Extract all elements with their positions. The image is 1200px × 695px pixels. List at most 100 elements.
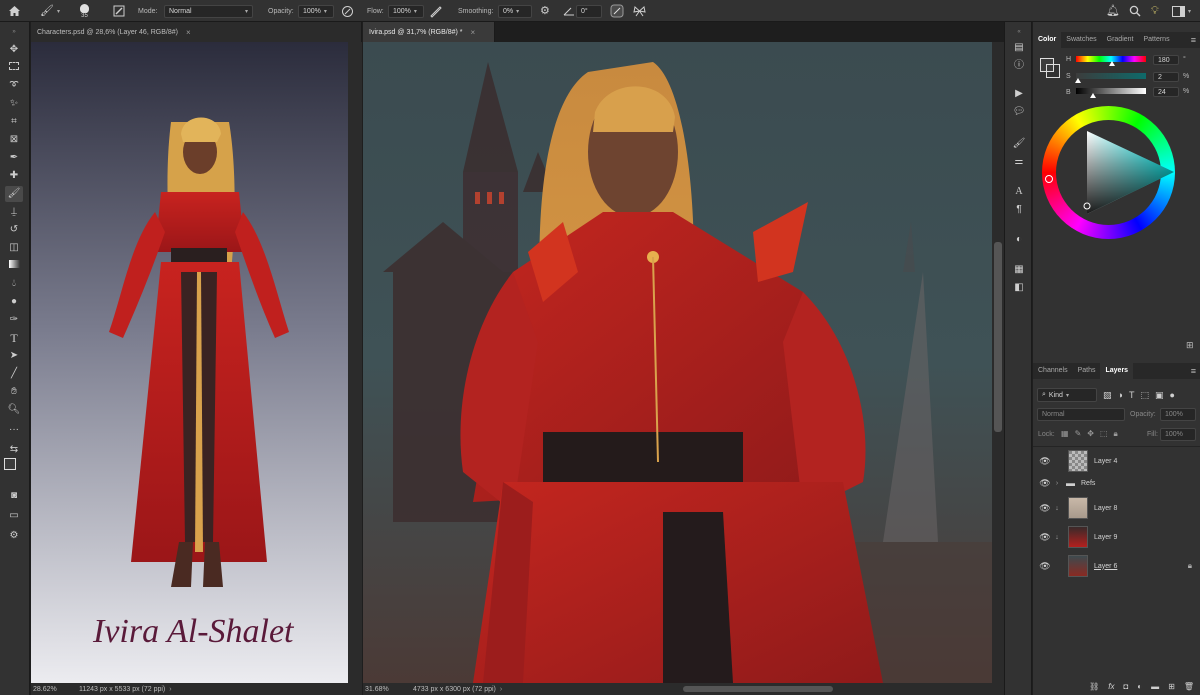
edit-toolbar-icon[interactable]: ⚙ — [5, 528, 23, 544]
brush-tool-icon[interactable]: 🖌 — [5, 186, 23, 202]
zoom-tool-icon[interactable]: 🔍︎ — [5, 402, 23, 418]
paragraph-panel-icon[interactable]: ¶ — [1010, 202, 1028, 218]
add-mask-icon[interactable]: ◘ — [1123, 682, 1128, 691]
hand-tool-icon[interactable]: ✋︎ — [5, 384, 23, 400]
move-tool-icon[interactable]: ✥ — [5, 42, 23, 58]
eyedropper-tool-icon[interactable]: ✒ — [5, 150, 23, 166]
crop-tool-icon[interactable]: ⌗ — [5, 114, 23, 130]
path-selection-tool-icon[interactable]: ➤ — [5, 348, 23, 364]
layer-name[interactable]: Layer 8 — [1094, 505, 1117, 512]
saturation-slider[interactable] — [1076, 73, 1146, 79]
link-layers-icon[interactable]: ⛓ — [1089, 682, 1099, 691]
layer-name[interactable]: Layer 6 — [1094, 563, 1117, 570]
eye-icon[interactable]: 👁︎ — [1038, 478, 1052, 489]
brightness-slider[interactable] — [1076, 88, 1146, 94]
opacity-input[interactable]: 100% ▾ — [298, 4, 334, 18]
workspace-button[interactable]: ▾ — [1172, 0, 1191, 22]
h-input[interactable]: 180 — [1153, 55, 1179, 65]
fx-icon[interactable]: fx — [1108, 682, 1114, 691]
marquee-tool-icon[interactable] — [5, 60, 23, 76]
tab-channels[interactable]: Channels — [1033, 363, 1073, 379]
close-icon[interactable]: × — [470, 28, 475, 37]
pressure-size-toggle[interactable] — [610, 0, 624, 22]
layer-opacity-input[interactable]: 100% — [1160, 408, 1196, 421]
comments-icon[interactable]: 💬︎ — [1010, 104, 1028, 120]
b-input[interactable]: 24 — [1153, 87, 1179, 97]
healing-brush-tool-icon[interactable]: ✚ — [5, 168, 23, 184]
frame-tool-icon[interactable]: ⊠ — [5, 132, 23, 148]
color-triangle[interactable] — [1042, 106, 1175, 239]
add-icon[interactable]: ⊞ — [1186, 340, 1194, 351]
tab-ivira-document[interactable]: Ivira.psd @ 31,7% (RGB/8#) * × — [363, 22, 495, 42]
saturation-slider-handle[interactable] — [1075, 78, 1081, 83]
brightness-slider-handle[interactable] — [1090, 93, 1096, 98]
layer-name[interactable]: Refs — [1081, 480, 1095, 487]
adjustment-layer-icon[interactable]: ◐ — [1137, 682, 1142, 691]
lock-pixels-icon[interactable]: ✎ — [1075, 429, 1082, 439]
tab-characters-document[interactable]: Characters.psd @ 28,6% (Layer 46, RGB/8#… — [31, 22, 362, 42]
tab-paths[interactable]: Paths — [1073, 363, 1101, 379]
info-icon[interactable]: ⓘ — [1010, 58, 1028, 74]
chevron-right-icon[interactable]: › — [500, 686, 502, 693]
new-group-icon[interactable]: ▬ — [1151, 682, 1159, 691]
color-wheel[interactable] — [1042, 106, 1175, 239]
lock-position-icon[interactable]: ✥ — [1087, 429, 1094, 439]
tab-swatches[interactable]: Swatches — [1061, 32, 1101, 48]
close-icon[interactable]: × — [186, 28, 191, 37]
pressure-opacity-toggle[interactable] — [341, 0, 354, 22]
zoom-level[interactable]: 28.62% — [33, 686, 71, 693]
tab-layers[interactable]: Layers — [1100, 363, 1134, 379]
lasso-tool-icon[interactable]: ➰︎ — [5, 78, 23, 94]
search-button[interactable] — [1129, 0, 1141, 22]
screen-mode-icon[interactable]: ▭ — [5, 508, 23, 524]
home-button[interactable] — [8, 0, 21, 22]
s-input[interactable]: 2 — [1153, 72, 1179, 82]
chevron-right-icon[interactable]: › — [1052, 480, 1062, 487]
background-color-swatch[interactable] — [1046, 64, 1060, 78]
symmetry-button[interactable] — [633, 0, 646, 22]
trash-icon[interactable]: 🗑︎ — [1184, 682, 1194, 691]
character-panel-icon[interactable]: A — [1010, 184, 1028, 200]
smart-object-filter-icon[interactable]: ▣ — [1155, 390, 1164, 401]
panel-menu-icon[interactable]: ≡ — [1191, 363, 1196, 379]
flow-input[interactable]: 100% ▾ — [388, 4, 424, 18]
layer-group-row[interactable]: 👁︎ › ▬ Refs — [1033, 472, 1200, 494]
eye-icon[interactable]: 👁︎ — [1038, 561, 1052, 572]
notifications-button[interactable]: 🔔︎ — [1106, 0, 1120, 22]
eye-icon[interactable]: 👁︎ — [1038, 456, 1052, 467]
swap-colors-icon[interactable]: ⇆ — [5, 442, 23, 458]
brush-angle-control[interactable] — [563, 0, 575, 22]
tab-gradient[interactable]: Gradient — [1102, 32, 1139, 48]
horizontal-scrollbar-thumb[interactable] — [683, 686, 833, 692]
type-tool-icon[interactable]: T — [5, 330, 23, 346]
tool-preset-picker[interactable]: 🖌 ▾ — [40, 0, 60, 22]
history-icon[interactable]: ▤ — [1010, 40, 1028, 56]
fill-input[interactable]: 100% — [1160, 428, 1196, 441]
expand-panels-icon[interactable]: « — [1010, 24, 1028, 40]
layer-row[interactable]: 👁︎ Layer 6 🔒︎ — [1033, 552, 1200, 580]
discover-button[interactable]: 💡︎ — [1151, 0, 1159, 22]
smoothing-input[interactable]: 0% ▾ — [498, 4, 532, 18]
stamp-tool-icon[interactable]: ⍊ — [5, 204, 23, 220]
layer-row[interactable]: 👁︎ Layer 4 — [1033, 447, 1200, 475]
brush-settings-toggle[interactable] — [113, 0, 125, 22]
blend-mode-select[interactable]: Normal — [1037, 408, 1125, 421]
lock-artboard-icon[interactable]: ⬚ — [1100, 429, 1108, 439]
adjustment-filter-icon[interactable]: ◑ — [1118, 390, 1123, 401]
new-layer-icon[interactable]: ⊞ — [1168, 682, 1175, 691]
gradient-tool-icon[interactable] — [5, 258, 23, 274]
actions-play-icon[interactable]: ▶ — [1010, 86, 1028, 102]
tab-patterns[interactable]: Patterns — [1139, 32, 1175, 48]
libraries-icon[interactable]: ▦ — [1010, 262, 1028, 278]
dodge-tool-icon[interactable]: ● — [5, 294, 23, 310]
chevron-right-icon[interactable]: › — [169, 686, 171, 693]
brushes-icon[interactable]: 🖌 — [1010, 136, 1028, 152]
toolbar-collapse-icon[interactable]: » — [5, 24, 23, 40]
pen-tool-icon[interactable]: ✑ — [5, 312, 23, 328]
layer-row[interactable]: 👁︎ ↓ Layer 8 — [1033, 494, 1200, 522]
layer-filter-kind[interactable]: ⌕ Kind ▾ — [1037, 388, 1097, 402]
history-brush-tool-icon[interactable]: ↺ — [5, 222, 23, 238]
airbrush-toggle[interactable] — [429, 0, 442, 22]
layer-row[interactable]: 👁︎ ↓ Layer 9 — [1033, 523, 1200, 551]
angle-input[interactable]: 0° — [576, 4, 602, 18]
